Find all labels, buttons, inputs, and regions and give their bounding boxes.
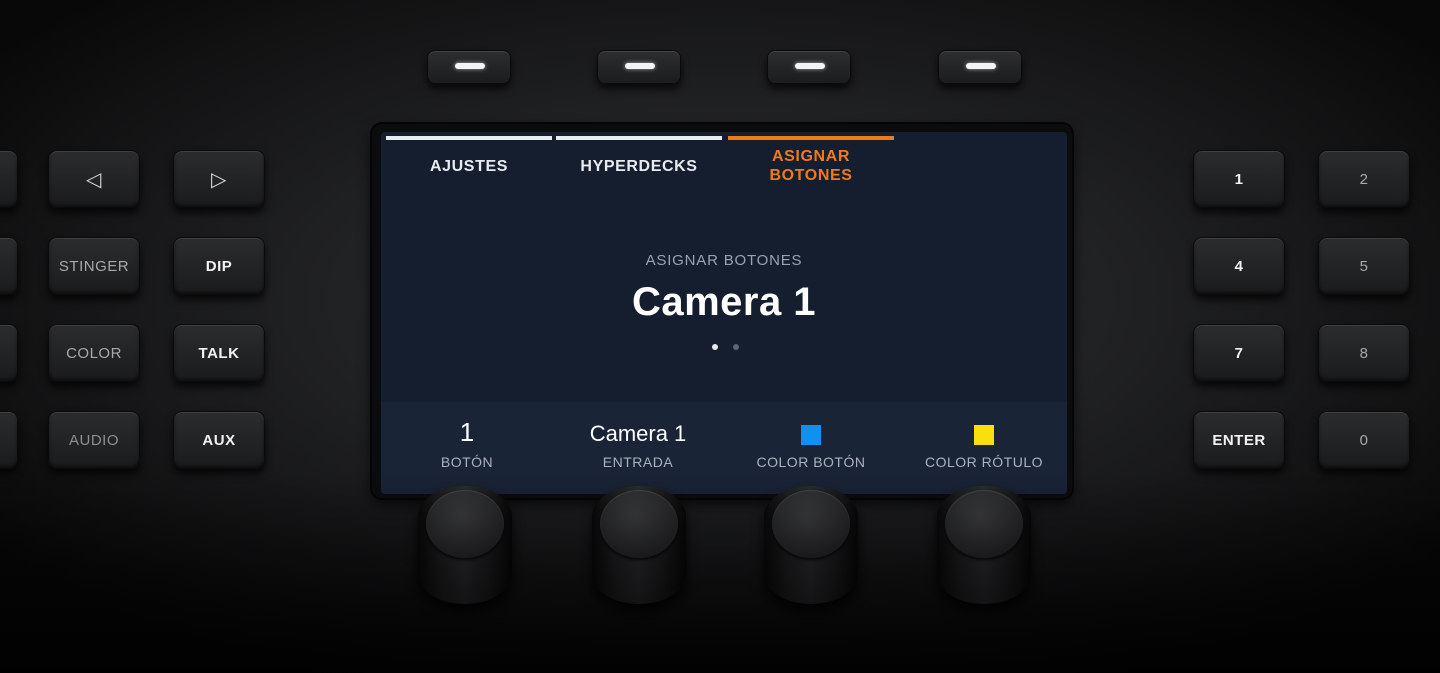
key-7[interactable]: 7 (1193, 324, 1285, 382)
param-entrada-label: ENTRADA (602, 454, 674, 470)
led-indicator-icon (625, 63, 655, 69)
tab-indicator (556, 136, 722, 140)
param-boton: 1 BOTÓN (381, 402, 553, 494)
tab-ajustes[interactable]: AJUSTES (386, 132, 552, 192)
tab-hyperdecks[interactable]: HYPERDECKS (556, 132, 722, 192)
soft-key-4[interactable] (938, 50, 1022, 84)
key-4[interactable]: 4 (1193, 237, 1285, 295)
led-indicator-icon (455, 63, 485, 69)
arrow-left-icon: ◁ (86, 168, 102, 191)
lcd-screen: AJUSTES HYPERDECKS ASIGNAR BOTONES ASIGN… (381, 132, 1067, 494)
param-color-rotulo-label: COLOR RÓTULO (924, 454, 1043, 470)
tab-label: AJUSTES (430, 157, 508, 175)
key-5-label: 5 (1359, 257, 1369, 275)
led-indicator-icon (966, 63, 996, 69)
param-color-boton-label: COLOR BOTÓN (756, 454, 866, 470)
parameter-bar: 1 BOTÓN Camera 1 ENTRADA COLOR BOTÓN COL… (381, 402, 1067, 494)
audio-button[interactable]: AUDIO (48, 411, 140, 469)
knob-cap (426, 490, 504, 558)
edge-key-row3[interactable] (0, 324, 18, 382)
key-0[interactable]: 0 (1318, 411, 1410, 469)
arrow-right-icon: ▷ (211, 168, 227, 191)
key-5[interactable]: 5 (1318, 237, 1410, 295)
tab-label-line2: BOTONES (769, 167, 853, 184)
color-button[interactable]: COLOR (48, 324, 140, 382)
knob-4[interactable] (937, 486, 1031, 604)
color-swatch-rotulo (974, 425, 994, 445)
key-1-label: 1 (1234, 170, 1244, 188)
param-color-rotulo: COLOR RÓTULO (898, 402, 1067, 494)
param-boton-label: BOTÓN (440, 454, 494, 470)
key-7-label: 7 (1234, 344, 1244, 362)
tab-indicator-active (728, 136, 894, 140)
tab-label-line1: ASIGNAR (772, 148, 850, 165)
soft-key-2[interactable] (597, 50, 681, 84)
key-4-label: 4 (1234, 257, 1244, 275)
knob-cap (600, 490, 678, 558)
param-entrada-value: Camera 1 (589, 421, 687, 446)
param-color-boton: COLOR BOTÓN (725, 402, 897, 494)
talk-label: TALK (198, 344, 240, 362)
led-indicator-icon (795, 63, 825, 69)
tab-asignar-botones[interactable]: ASIGNAR BOTONES (728, 132, 894, 192)
knob-cap (772, 490, 850, 558)
enter-label: ENTER (1212, 431, 1266, 449)
key-8-label: 8 (1359, 344, 1369, 362)
enter-button[interactable]: ENTER (1193, 411, 1285, 469)
knob-cap (945, 490, 1023, 558)
aux-button[interactable]: AUX (173, 411, 265, 469)
edge-key-row2[interactable] (0, 237, 18, 295)
key-1[interactable]: 1 (1193, 150, 1285, 208)
soft-key-1[interactable] (427, 50, 511, 84)
prev-button[interactable]: ◁ (48, 150, 140, 208)
param-boton-value: 1 (459, 417, 475, 447)
tab-label: HYPERDECKS (580, 157, 698, 175)
page-dot (733, 344, 739, 350)
edge-key-row1[interactable] (0, 150, 18, 208)
key-2[interactable]: 2 (1318, 150, 1410, 208)
color-label: COLOR (66, 344, 122, 362)
dip-label: DIP (205, 257, 233, 275)
knob-2[interactable] (592, 486, 686, 604)
audio-label: AUDIO (68, 431, 119, 449)
aux-label: AUX (202, 431, 236, 449)
next-button[interactable]: ▷ (173, 150, 265, 208)
key-2-label: 2 (1359, 170, 1369, 188)
key-0-label: 0 (1359, 431, 1369, 449)
page-dot-active (712, 344, 718, 350)
soft-key-3[interactable] (767, 50, 851, 84)
menu-title: Camera 1 (631, 280, 817, 324)
tab-label: ASIGNAR BOTONES (769, 147, 852, 185)
knob-3[interactable] (764, 486, 858, 604)
tab-indicator (386, 136, 552, 140)
color-swatch-boton (801, 425, 821, 445)
talk-button[interactable]: TALK (173, 324, 265, 382)
param-entrada: Camera 1 ENTRADA (552, 402, 724, 494)
stinger-label: STINGER (58, 257, 130, 275)
menu-subtitle: ASIGNAR BOTONES (645, 252, 803, 269)
dip-button[interactable]: DIP (173, 237, 265, 295)
key-8[interactable]: 8 (1318, 324, 1410, 382)
stinger-button[interactable]: STINGER (48, 237, 140, 295)
knob-1[interactable] (418, 486, 512, 604)
edge-key-row4[interactable] (0, 411, 18, 469)
